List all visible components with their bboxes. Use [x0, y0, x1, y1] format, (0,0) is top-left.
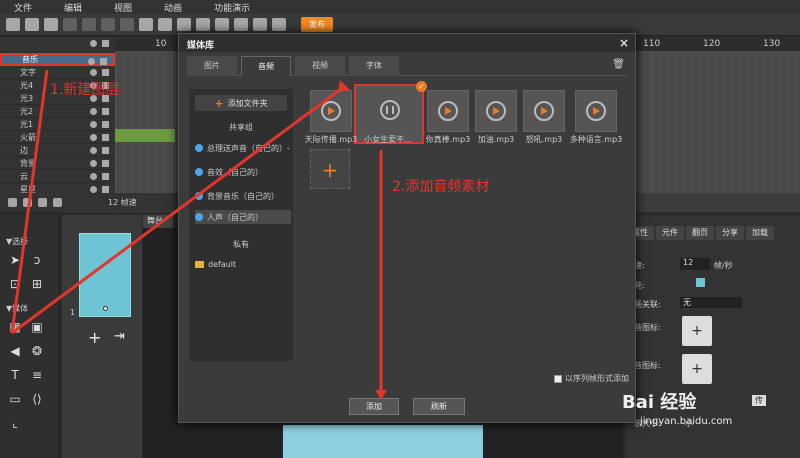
- arrow-line: [10, 69, 49, 334]
- arrow-line: [11, 84, 346, 335]
- watermark-logo: Bai 经验: [622, 392, 697, 413]
- arrow-head: [338, 80, 350, 92]
- arrow-head: [375, 390, 387, 400]
- watermark-url: jingyan.baidu.com: [640, 416, 733, 427]
